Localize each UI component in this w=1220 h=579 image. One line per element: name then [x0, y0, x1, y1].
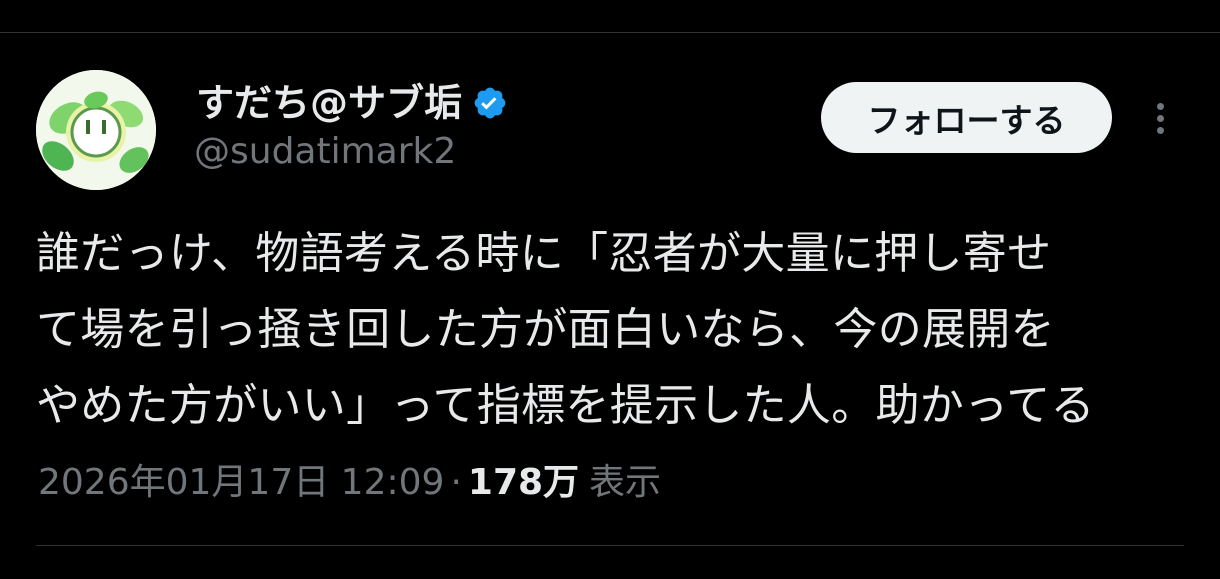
- leaf-face-avatar-icon: [36, 70, 156, 190]
- more-dot: [1156, 126, 1164, 134]
- verified-badge-icon[interactable]: [472, 85, 508, 121]
- bottom-divider: [36, 545, 1184, 546]
- avatar[interactable]: [36, 70, 156, 190]
- top-divider: [0, 32, 1220, 33]
- more-vertical-icon[interactable]: [1140, 96, 1180, 140]
- views-count[interactable]: 178万: [468, 458, 579, 508]
- more-dot: [1156, 114, 1164, 122]
- author-handle[interactable]: @sudatimark2: [194, 132, 456, 172]
- tweet-line: て場を引っ掻き回した方が面白いなら、今の展開を: [36, 304, 1055, 355]
- more-dot: [1156, 102, 1164, 110]
- author-display-name[interactable]: すだち@サブ垢: [196, 84, 462, 122]
- tweet-line: やめた方がいい」って指標を提示した人。助かってる: [36, 380, 1095, 431]
- tweet-line: 誰だっけ、物語考える時に「忍者が大量に押し寄せ: [36, 228, 1052, 279]
- follow-button[interactable]: フォローする: [821, 82, 1112, 153]
- meta-separator: ·: [450, 462, 462, 503]
- views-label: 表示: [589, 462, 662, 503]
- tweet-meta: 2026年01月17日 12:09 · 178万 表示: [38, 458, 661, 508]
- tweet-text: 誰だっけ、物語考える時に「忍者が大量に押し寄せ て場を引っ掻き回した方が面白いな…: [36, 216, 1186, 444]
- author-name-row: すだち@サブ垢: [196, 78, 508, 128]
- tweet-timestamp[interactable]: 2026年01月17日 12:09: [38, 458, 444, 508]
